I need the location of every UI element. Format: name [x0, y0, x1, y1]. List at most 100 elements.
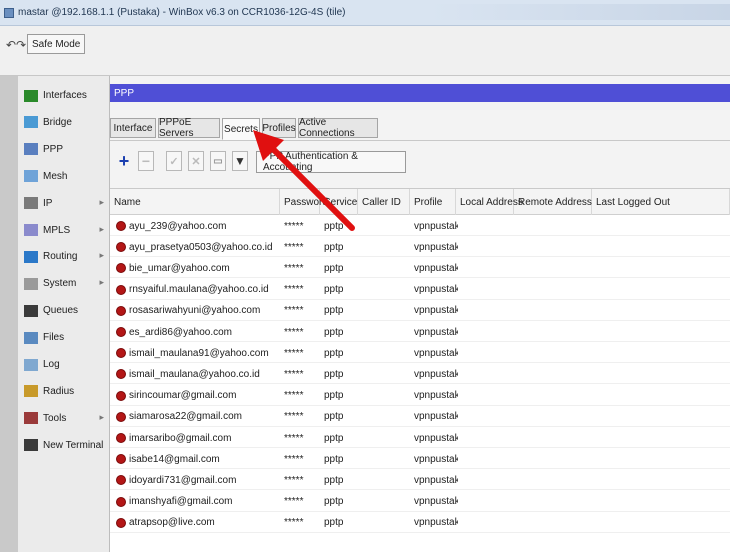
column-header-name[interactable]: Name	[110, 189, 280, 215]
secret-name: atrapsop@live.com	[129, 517, 215, 529]
sidebar-item-system[interactable]: System ▸	[18, 270, 110, 297]
table-row[interactable]: sirincoumar@gmail.com ***** pptp vpnpustaka	[110, 386, 730, 406]
ppp-authentication-accounting-button[interactable]: PPP Authentication & Accounting	[256, 151, 406, 173]
tab-pppoe-servers[interactable]: PPPoE Servers	[158, 117, 220, 139]
user-icon	[116, 348, 126, 359]
tab-secrets[interactable]: Secrets	[222, 118, 260, 140]
column-header-last-logged-out[interactable]: Last Logged Out	[592, 189, 730, 215]
cell-profile: vpnpustaka	[414, 517, 458, 529]
table-row[interactable]: ayu_239@yahoo.com ***** pptp vpnpustaka	[110, 216, 730, 236]
column-header-local-address[interactable]: Local Address	[456, 189, 523, 215]
table-row[interactable]: ismail_maulana@yahoo.co.id ***** pptp vpnpu…	[110, 364, 730, 385]
table-row[interactable]: bie_umar@yahoo.com ***** pptp vpnpustaka	[110, 258, 730, 279]
user-icon	[116, 496, 126, 507]
filter-icon[interactable]: ▼	[232, 151, 248, 171]
table-row[interactable]: atrapsop@live.com ***** pptp vpnpustaka	[110, 513, 730, 533]
cell-service: pptp	[324, 284, 344, 296]
column-header-service[interactable]: Service	[320, 189, 358, 215]
tools-icon	[24, 412, 38, 425]
cell-password: *****	[284, 326, 304, 338]
disable-button[interactable]: ✕	[188, 151, 204, 171]
sidebar-vertical-strip	[0, 76, 18, 552]
ppp-icon	[24, 143, 38, 156]
cell-service: pptp	[324, 411, 344, 423]
column-header-caller-id[interactable]: Caller ID	[358, 189, 410, 215]
ip-icon	[24, 197, 38, 210]
table-row[interactable]: rosasariwahyuni@yahoo.com ***** pptp vpnpus…	[110, 301, 730, 321]
cell-profile: vpnpustaka	[414, 305, 458, 317]
column-header-profile[interactable]: Profile	[410, 189, 456, 215]
user-icon	[116, 327, 126, 337]
sidebar-menu: Interfaces Bridge PPP Mesh IP ▸ MPLS ▸ Routing ▸ S…	[18, 76, 110, 552]
sidebar-item-log[interactable]: Log	[18, 351, 110, 378]
sidebar-item-interfaces[interactable]: Interfaces	[18, 82, 110, 109]
table-row[interactable]: idoyardi731@gmail.com ***** pptp vpnpustaka	[110, 470, 730, 491]
user-icon	[116, 454, 126, 465]
sidebar-item-label: PPP	[43, 143, 64, 155]
cell-profile: vpnpustaka	[414, 326, 458, 338]
ppp-window-title[interactable]: PPP	[110, 84, 730, 102]
remove-button[interactable]: −	[138, 151, 154, 171]
cell-name: atrapsop@live.com	[116, 513, 278, 533]
cell-password: *****	[284, 347, 304, 359]
sidebar-item-ppp[interactable]: PPP	[18, 136, 110, 163]
secret-name: imanshyafi@gmail.com	[129, 496, 233, 508]
sidebar-item-mpls[interactable]: MPLS ▸	[18, 217, 110, 244]
cell-profile: vpnpustaka	[414, 496, 458, 508]
table-row[interactable]: es_ardi86@yahoo.com ***** pptp vpnpustaka	[110, 322, 730, 342]
cell-service: pptp	[324, 347, 344, 359]
sidebar-item-ip[interactable]: IP ▸	[18, 190, 110, 217]
submenu-arrow-icon: ▸	[99, 196, 104, 207]
tab-active-connections[interactable]: Active Connections	[298, 117, 378, 139]
cell-service: pptp	[324, 241, 344, 253]
cell-name: imanshyafi@gmail.com	[116, 492, 278, 512]
sidebar-item-radius[interactable]: Radius	[18, 378, 110, 405]
safe-mode-button[interactable]: Safe Mode	[27, 34, 86, 54]
sidebar-item-bridge[interactable]: Bridge	[18, 109, 110, 136]
cell-name: ayu_prasetya0503@yahoo.co.id	[116, 237, 278, 257]
tab-profiles[interactable]: Profiles	[262, 118, 296, 138]
sidebar-item-files[interactable]: Files	[18, 324, 110, 351]
interfaces-icon	[24, 89, 38, 102]
user-icon	[116, 305, 126, 316]
table-row[interactable]: imanshyafi@gmail.com ***** pptp vpnpustaka	[110, 492, 730, 512]
enable-button[interactable]: ✓	[166, 151, 182, 171]
cell-profile: vpnpustaka	[414, 453, 458, 465]
cell-password: *****	[284, 262, 304, 274]
table-row[interactable]: rnsyaiful.maulana@yahoo.co.id ***** pptp vp…	[110, 280, 730, 300]
table-row[interactable]: imarsaribo@gmail.com ***** pptp vpnpustaka	[110, 428, 730, 448]
terminal-icon	[24, 439, 38, 452]
cell-password: *****	[284, 390, 304, 402]
secret-name: sirincoumar@gmail.com	[129, 390, 237, 402]
comment-button[interactable]: ▭	[210, 151, 226, 171]
user-icon	[116, 433, 126, 443]
cell-name: ayu_239@yahoo.com	[116, 216, 278, 236]
sidebar-item-queues[interactable]: Queues	[18, 297, 110, 324]
cell-service: pptp	[324, 453, 344, 465]
cell-password: *****	[284, 368, 304, 380]
cell-password: *****	[284, 220, 304, 232]
column-header-password[interactable]: Password	[280, 189, 328, 215]
winbox-app-icon	[4, 7, 14, 18]
sidebar-item-label: Routing	[43, 251, 78, 263]
cell-profile: vpnpustaka	[414, 347, 458, 359]
table-row[interactable]: siamarosa22@gmail.com ***** pptp vpnpustaka	[110, 407, 730, 427]
submenu-arrow-icon: ▸	[99, 223, 104, 234]
table-row[interactable]: isabe14@gmail.com ***** pptp vpnpustaka	[110, 449, 730, 470]
sidebar-item-mesh[interactable]: Mesh	[18, 163, 110, 190]
routing-icon	[24, 250, 38, 263]
sidebar-item-tools[interactable]: Tools ▸	[18, 405, 110, 432]
column-header-remote-address[interactable]: Remote Address	[514, 189, 592, 215]
redo-icon[interactable]: ↷	[14, 38, 28, 52]
sidebar-item-new-terminal[interactable]: New Terminal	[18, 432, 110, 459]
table-row[interactable]: ayu_prasetya0503@yahoo.co.id ***** pptp vpn…	[110, 237, 730, 258]
table-row[interactable]: ismail_maulana91@yahoo.com ***** pptp vpnpu…	[110, 343, 730, 364]
sidebar-item-label: MPLS	[43, 224, 71, 236]
tab-interface[interactable]: Interface	[110, 118, 156, 138]
add-button[interactable]: +	[116, 151, 132, 171]
cell-profile: vpnpustaka	[414, 432, 458, 444]
cell-name: rosasariwahyuni@yahoo.com	[116, 301, 278, 321]
cell-service: pptp	[324, 390, 344, 402]
cell-password: *****	[284, 284, 304, 296]
sidebar-item-routing[interactable]: Routing ▸	[18, 243, 110, 270]
